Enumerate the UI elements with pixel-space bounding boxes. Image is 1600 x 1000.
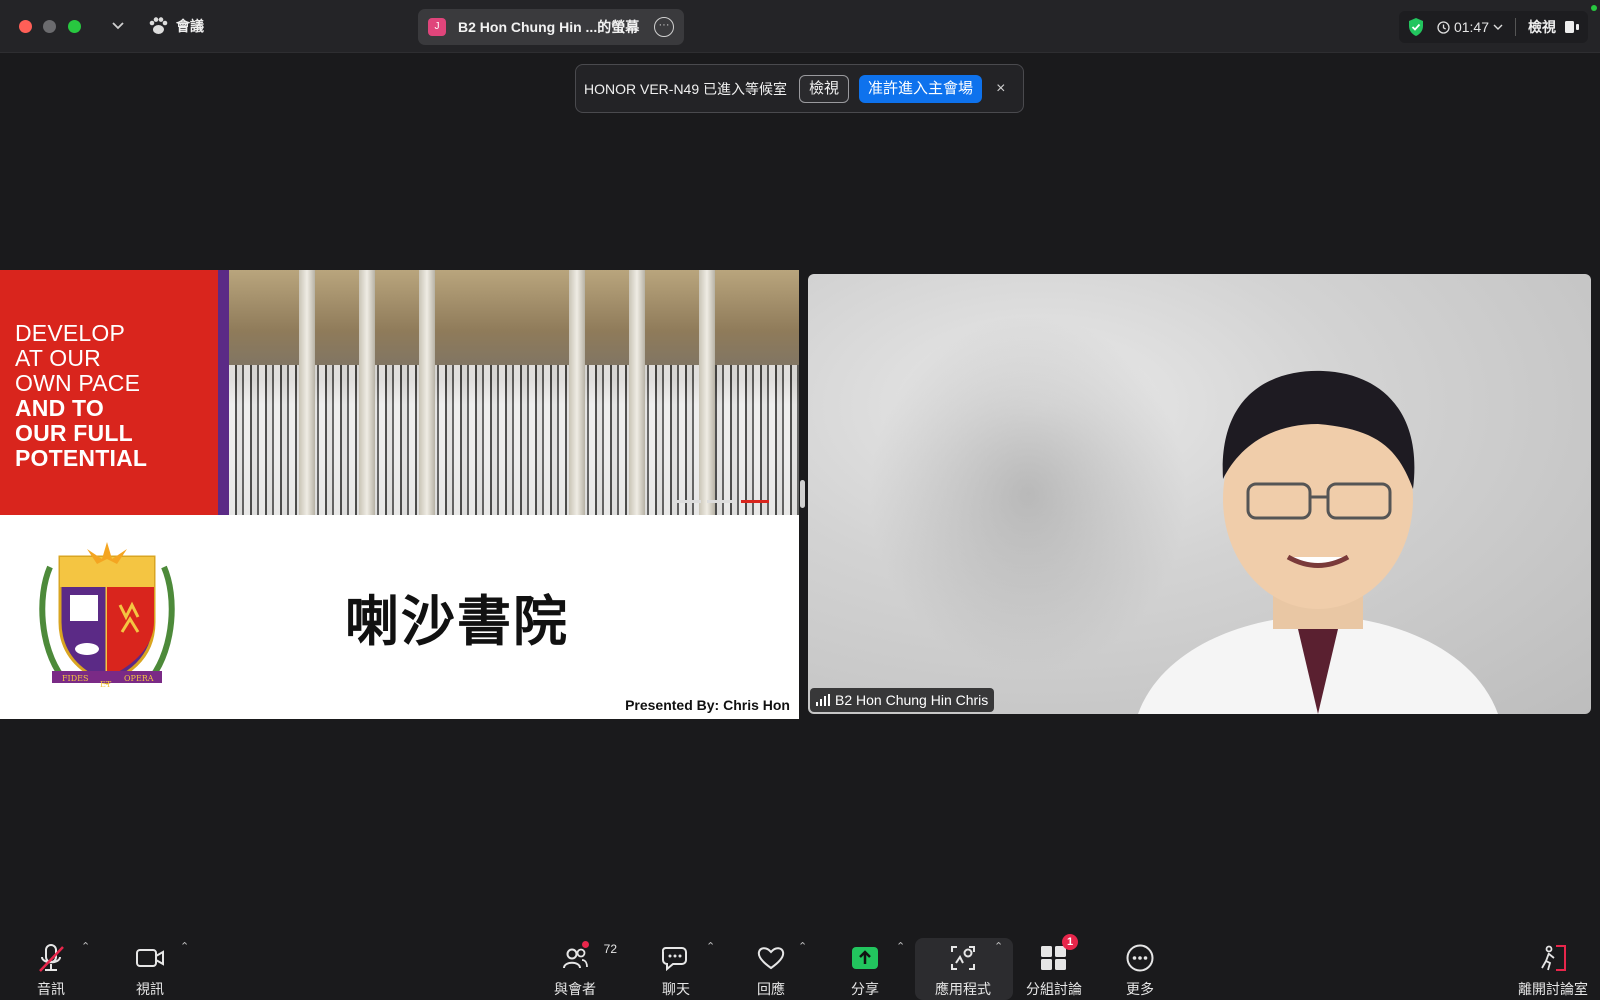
pillar [299,270,315,515]
chevron-down-icon [1493,24,1503,30]
more-options-icon[interactable]: ··· [654,17,674,37]
muted-microphone-icon [39,944,64,972]
heart-icon [757,947,785,970]
share-screen-button[interactable]: 分享 [845,928,885,1000]
video-label: 視訊 [136,981,164,997]
tagline-line: OWN PACE [15,370,141,396]
reactions-button[interactable]: 回應 [751,928,791,1000]
tagline-line: POTENTIAL [15,445,148,471]
tagline-line: AT OUR [15,345,101,371]
timer-value: 01:47 [1453,19,1489,35]
participants-icon [563,948,588,969]
meeting-toolbar: 音訊 ⌃ 視訊 ⌃ 72 與會者 聊天 ⌃ 回應 ⌃ 分享 ⌃ 應用程式 ⌃ 1… [0,928,1600,1000]
paw-icon [149,17,168,34]
more-button[interactable]: 更多 [1120,928,1160,1000]
audio-button[interactable]: 音訊 [30,928,72,1000]
admit-button[interactable]: 准許進入主會場 [859,74,983,103]
apps-button[interactable]: 應用程式 [934,928,992,1000]
leave-room-button[interactable]: 離開討論室 [1518,928,1588,1000]
close-icon[interactable]: × [996,75,1005,103]
share-screen-icon [852,947,878,969]
audio-options-chevron-icon[interactable]: ⌃ [81,940,90,953]
notification-text: HONOR VER-N49 已進入等候室 [584,80,788,97]
tagline-line: OUR FULL [15,420,133,446]
clock-icon [1437,20,1450,34]
leave-room-label: 離開討論室 [1518,981,1588,997]
participants-count: 72 [603,942,617,956]
participants-button[interactable]: 72 與會者 [551,928,617,1000]
reactions-options-chevron-icon[interactable]: ⌃ [798,940,807,953]
apps-icon [951,946,975,970]
chat-options-chevron-icon[interactable]: ⌃ [706,940,715,953]
more-label: 更多 [1126,981,1154,997]
apps-label: 應用程式 [935,981,991,997]
motto-right: OPERA [124,674,154,683]
notification-dot [582,941,589,948]
meeting-label: 會議 [176,18,204,34]
carousel-dots [673,500,769,503]
meeting-status-bar: 01:47 檢視 [1398,11,1588,43]
chat-label: 聊天 [662,981,690,997]
share-label: 分享 [851,981,879,997]
motto-mid: ET [100,680,112,689]
pillar [359,270,375,515]
chat-button[interactable]: 聊天 [656,928,696,1000]
status-dot [1591,5,1597,11]
chevron-down-icon[interactable] [108,15,128,37]
layout-icon [1565,21,1579,33]
video-button[interactable]: 視訊 [130,928,170,1000]
slide-tagline: DEVELOP AT OUR OWN PACE AND TO OUR FULL … [0,270,218,515]
meeting-menu[interactable]: 會議 [148,14,204,38]
motto-left: FIDES [62,674,88,683]
waiting-room-notification: HONOR VER-N49 已進入等候室 檢視 准許進入主會場 × [575,64,1024,113]
tagline-line: AND TO [15,395,104,421]
title-bar: 會議 J B2 Hon Chung Hin ...的螢幕 ··· 01:47 檢… [0,0,1600,53]
breakout-rooms-button[interactable]: 1 分組討論 [1025,928,1083,1000]
presented-by: Presented By: Chris Hon [625,697,790,713]
video-options-chevron-icon[interactable]: ⌃ [180,940,189,953]
tagline-line: DEVELOP [15,320,126,346]
leave-room-icon [1541,945,1566,971]
video-camera-icon [136,949,164,967]
more-icon [1126,944,1154,972]
pillar [699,270,715,515]
participants-label: 與會者 [554,981,596,997]
shield-check-icon[interactable] [1407,17,1425,37]
shared-screen[interactable]: DEVELOP AT OUR OWN PACE AND TO OUR FULL … [0,270,799,719]
slide-footer: FIDES ET OPERA 喇沙書院 Presented By: Chris … [0,515,799,719]
school-name: 喇沙書院 [345,590,569,653]
breakout-badge: 1 [1062,934,1078,950]
cathedral-photo [229,270,799,515]
pillar [629,270,645,515]
view-button[interactable]: 檢視 [1528,17,1580,37]
meeting-timer[interactable]: 01:47 [1437,19,1503,35]
view-waiting-room-button[interactable]: 檢視 [799,74,850,103]
breakout-label: 分組討論 [1026,981,1082,997]
share-options-chevron-icon[interactable]: ⌃ [896,940,905,953]
view-label: 檢視 [1528,19,1556,35]
sharer-avatar: J [428,18,446,36]
pillar [569,270,585,515]
share-title: B2 Hon Chung Hin ...的螢幕 [458,19,640,35]
slide-accent-bar [218,270,229,515]
minimize-window-button[interactable] [43,20,56,33]
apps-options-chevron-icon[interactable]: ⌃ [994,940,1003,953]
chat-icon [662,947,687,971]
participant-name: B2 Hon Chung Hin Chris [835,692,989,708]
fullscreen-window-button[interactable] [68,20,81,33]
school-crest-logo: FIDES ET OPERA [39,542,175,689]
signal-strength-icon [816,694,830,706]
participant-name-tag: B2 Hon Chung Hin Chris [810,688,995,712]
breakout-rooms-icon [1041,946,1066,970]
audio-label: 音訊 [37,981,65,997]
pillar [419,270,435,515]
resize-handle[interactable] [800,480,805,508]
participant-video[interactable]: B2 Hon Chung Hin Chris [808,274,1591,714]
close-window-button[interactable] [19,20,32,33]
divider [1515,18,1516,36]
screen-share-indicator[interactable]: J B2 Hon Chung Hin ...的螢幕 ··· [418,9,684,45]
participant-figure [1138,370,1498,714]
reactions-label: 回應 [757,981,785,997]
